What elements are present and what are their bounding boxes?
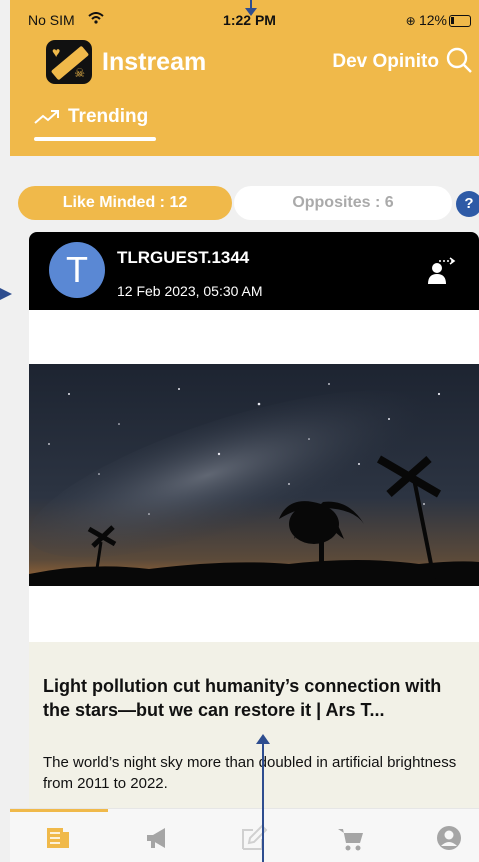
tab-trending-label: Trending	[68, 106, 149, 127]
heart-icon: ♥	[52, 44, 61, 60]
link-preview[interactable]: Light pollution cut humanity’s connectio…	[29, 642, 479, 832]
post-date: 12 Feb 2023, 05:30 AM	[117, 283, 263, 299]
user-name[interactable]: Dev Opinito	[332, 51, 439, 73]
app-title: Instream	[102, 48, 207, 76]
skull-icon: ☠	[74, 66, 85, 80]
active-nav-indicator	[10, 809, 108, 812]
tab-trending[interactable]: Trending	[34, 106, 148, 134]
battery-indicator: ⊕ 12%	[406, 12, 471, 28]
battery-icon	[449, 15, 471, 28]
link-description: The world’s night sky more than doubled …	[43, 754, 457, 792]
like-minded-button[interactable]: Like Minded : 12	[18, 186, 232, 220]
link-title[interactable]: Light pollution cut humanity’s connectio…	[43, 674, 465, 722]
bottom-nav	[10, 808, 479, 862]
help-icon[interactable]: ?	[456, 191, 479, 217]
cart-icon[interactable]	[336, 823, 366, 853]
app-logo: ♥ ☠	[46, 40, 92, 84]
active-tab-indicator	[34, 137, 156, 141]
post-header: T TLRGUEST.1344 12 Feb 2023, 05:30 AM	[29, 232, 479, 310]
follow-user-icon[interactable]	[425, 256, 459, 286]
trending-up-icon	[34, 110, 59, 124]
avatar[interactable]: T	[49, 242, 105, 298]
annotation-arrow-bottom	[256, 734, 270, 862]
profile-icon[interactable]	[434, 823, 464, 853]
post-username[interactable]: TLRGUEST.1344	[117, 248, 249, 268]
post-card: T TLRGUEST.1344 12 Feb 2023, 05:30 AM Li…	[29, 232, 479, 832]
feed-icon[interactable]	[44, 823, 74, 853]
search-icon[interactable]	[445, 46, 473, 74]
opposites-button[interactable]: Opposites : 6	[234, 186, 452, 220]
post-image[interactable]	[29, 364, 479, 586]
battery-percent: 12%	[418, 12, 447, 28]
megaphone-icon[interactable]	[143, 823, 173, 853]
app-header: No SIM 1:22 PM ⊕ 12% ♥ ☠ Instream Dev Op…	[10, 0, 479, 156]
annotation-arrow-left	[0, 288, 12, 300]
annotation-arrow-top	[245, 0, 257, 16]
